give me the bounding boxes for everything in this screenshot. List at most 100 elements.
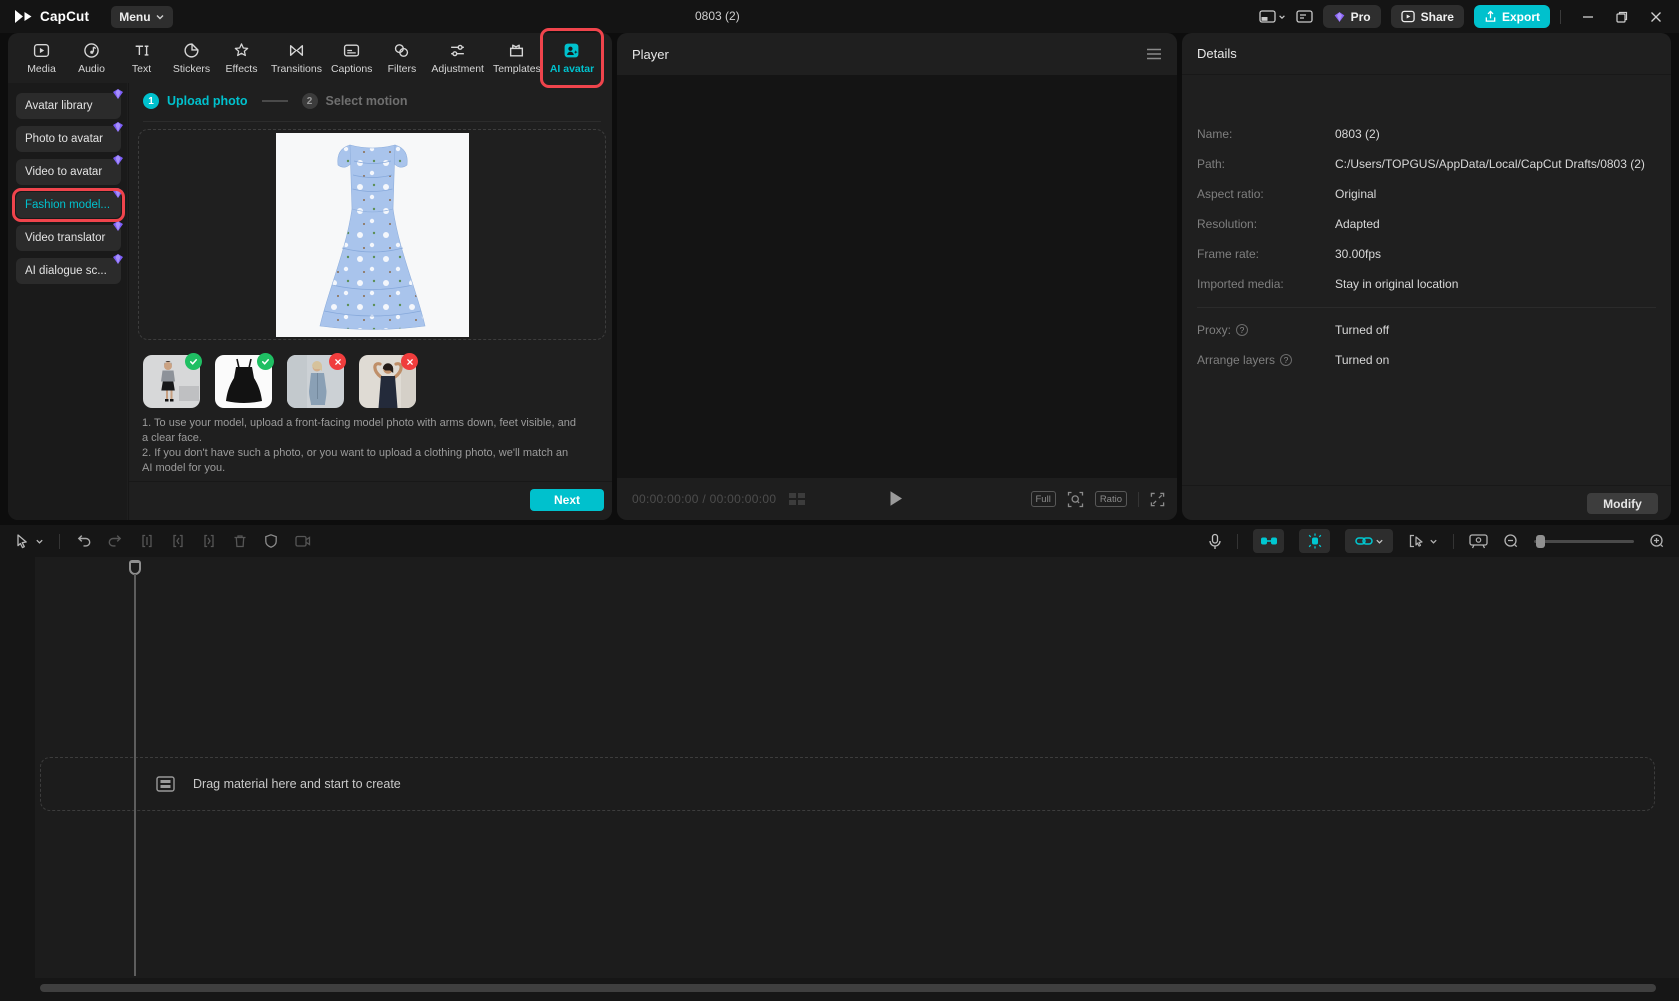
detail-row-name: Name: 0803 (2) [1197,127,1659,141]
trim-right-icon[interactable] [201,533,217,549]
detail-row-resolution: Resolution: Adapted [1197,217,1659,231]
step-indicator: 1 Upload photo 2 Select motion [143,91,408,111]
sidebar-item-photo-to-avatar[interactable]: Photo to avatar [16,126,121,152]
example-thumbnails [143,355,416,408]
sidebar-item-fashion-model[interactable]: Fashion model... [16,192,121,218]
tab-text[interactable]: Text [118,35,165,81]
player-panel-title: Player [632,47,669,62]
divider [143,121,601,122]
detail-row-aspect-ratio: Aspect ratio: Original [1197,187,1659,201]
filters-icon [393,42,410,59]
divider [1138,492,1139,507]
tab-audio[interactable]: Audio [68,35,115,81]
delete-icon[interactable] [232,533,248,549]
tab-media[interactable]: Media [18,35,65,81]
thumbnail-black-dress[interactable] [215,355,272,408]
layout-icon [1259,10,1276,23]
sidebar-item-video-to-avatar[interactable]: Video to avatar [16,159,121,185]
gem-icon [112,254,124,264]
undo-icon[interactable] [75,533,92,549]
fit-zoom-icon[interactable] [1067,491,1084,508]
magnetic-timeline-toggle[interactable] [1299,529,1330,553]
sidebar-item-ai-dialogue-scene[interactable]: AI dialogue sc... [16,258,121,284]
panel-layout-button[interactable] [1296,10,1313,23]
ratio-button[interactable]: Ratio [1095,491,1127,507]
share-icon [1401,10,1416,23]
tab-filters[interactable]: Filters [378,35,425,81]
sidebar-item-avatar-library[interactable]: Avatar library [16,93,121,119]
tab-captions[interactable]: Captions [328,35,375,81]
trim-left-icon[interactable] [170,533,186,549]
close-button[interactable] [1643,4,1669,30]
photo-upload-dropzone[interactable] [138,129,606,340]
link-clips-toggle[interactable] [1345,529,1393,553]
layout-switch-button[interactable] [1259,10,1286,23]
player-menu-icon[interactable] [1146,48,1162,60]
export-button[interactable]: Export [1474,5,1550,28]
captions-icon [343,42,360,59]
timeline-dropzone[interactable]: Drag material here and start to create [40,757,1655,811]
next-button[interactable]: Next [530,489,604,511]
details-panel: Details Name: 0803 (2) Path: C:/Users/TO… [1182,33,1671,520]
redo-icon[interactable] [107,533,124,549]
playhead-line [134,574,136,976]
tab-stickers[interactable]: Stickers [168,35,215,81]
minimize-icon [1582,11,1594,23]
step-1-circle: 1 [143,93,159,109]
select-tool-button[interactable] [14,533,44,549]
thumbnail-model-side-pose[interactable] [287,355,344,408]
fullscreen-icon[interactable] [1150,492,1165,507]
share-button[interactable]: Share [1391,5,1464,28]
gem-icon [112,89,124,99]
menu-button[interactable]: Menu [111,6,172,28]
magnetic-glow-icon [1306,533,1324,549]
detail-row-arrange-layers: Arrange layers ? Turned on [1197,353,1659,367]
frame-preview-icon[interactable] [788,492,806,506]
magnet-snap-icon [1260,535,1278,547]
auto-snap-toggle[interactable] [1253,529,1284,553]
media-clip-icon [156,776,175,792]
transitions-icon [288,42,305,59]
record-voiceover-icon[interactable] [1208,533,1222,550]
tab-templates[interactable]: Templates [490,35,544,81]
divider [1197,307,1656,308]
playhead-handle[interactable] [129,560,141,575]
step-1-label: Upload photo [167,94,248,108]
invalid-x-badge [401,353,418,370]
zoom-slider-handle[interactable] [1536,535,1545,548]
preview-quality-icon[interactable] [1469,534,1488,549]
play-button[interactable] [889,490,903,507]
titlebar-separator [1560,10,1561,24]
divider [129,481,612,482]
thumbnail-model-arms-up[interactable] [359,355,416,408]
minimize-button[interactable] [1575,4,1601,30]
zoom-out-icon[interactable] [1503,533,1519,549]
zoom-in-icon[interactable] [1649,533,1665,549]
cursor-icon [14,533,30,549]
help-icon[interactable]: ? [1236,324,1248,336]
capcut-logo-icon [14,9,33,24]
sidebar-item-video-translator[interactable]: Video translator [16,225,121,251]
media-library-panel: Media Audio Text Stickers Effects Transi… [8,33,612,520]
timeline-zoom-slider[interactable] [1534,540,1634,543]
maximize-button[interactable] [1609,4,1635,30]
timeline-horizontal-scrollbar[interactable] [40,984,1656,992]
audio-icon [83,42,100,59]
modify-button[interactable]: Modify [1587,493,1658,514]
split-clip-icon[interactable] [139,533,155,549]
track-select-mode-button[interactable] [1408,533,1438,549]
tab-effects[interactable]: Effects [218,35,265,81]
pro-button[interactable]: Pro [1323,5,1381,28]
export-frame-icon[interactable] [294,533,311,549]
timeline-toolbar [0,525,1679,557]
divider [1453,534,1454,549]
full-preview-button[interactable]: Full [1031,491,1056,507]
help-icon[interactable]: ? [1280,354,1292,366]
link-icon [1355,535,1373,547]
mask-shield-icon[interactable] [263,533,279,549]
tab-adjustment[interactable]: Adjustment [428,35,487,81]
thumbnail-model-front-facing[interactable] [143,355,200,408]
title-bar: CapCut Menu 0803 (2) Pro [0,0,1679,33]
tab-ai-avatar[interactable]: AI avatar [547,35,597,81]
tab-transitions[interactable]: Transitions [268,35,325,81]
